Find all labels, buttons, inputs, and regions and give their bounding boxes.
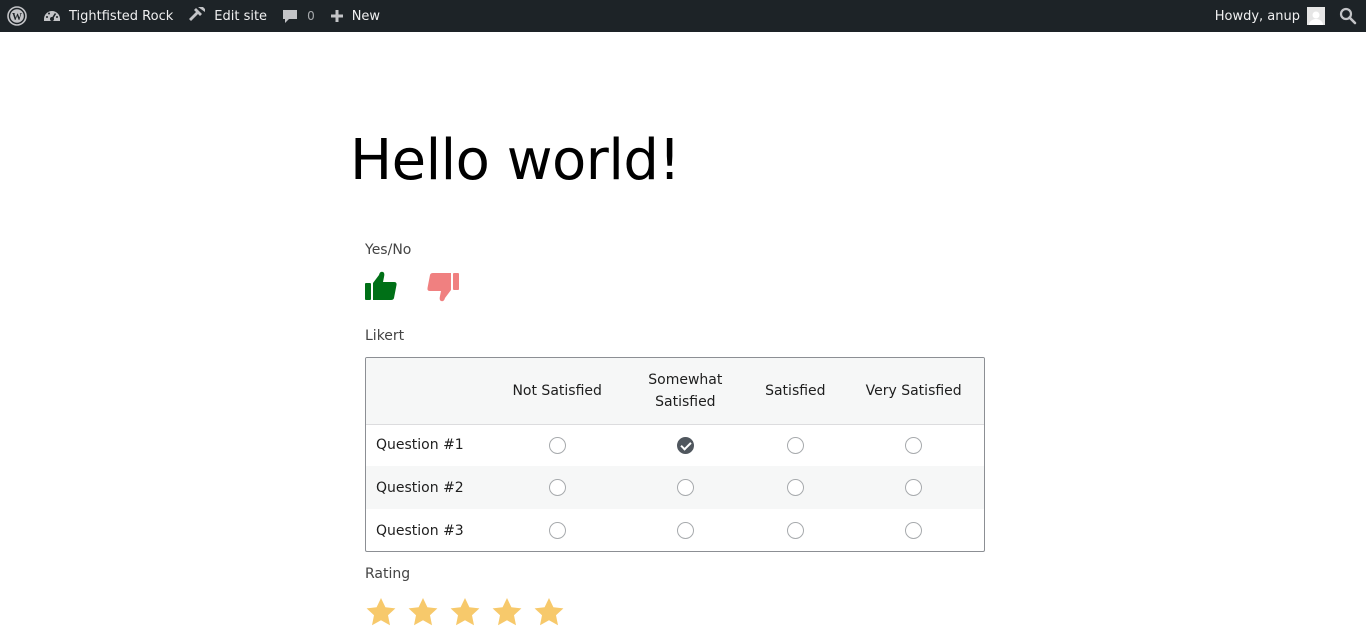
likert-row: Question #3 (366, 509, 984, 551)
likert-column-header: Very Satisfied (865, 382, 962, 399)
star-icon[interactable] (365, 597, 397, 627)
comments-count: 0 (307, 9, 315, 23)
likert-corner-cell (366, 358, 491, 424)
likert-column-header: Not Satisfied (512, 382, 602, 399)
likert-column-header: Somewhat Satisfied (648, 371, 723, 410)
my-account-menu[interactable]: Howdy, anup (1208, 0, 1332, 32)
star-icon[interactable] (407, 597, 439, 627)
likert-radio[interactable] (786, 436, 804, 454)
admin-bar-right: Howdy, anup (1208, 0, 1366, 32)
likert-radio[interactable] (905, 479, 923, 496)
star-icon[interactable] (533, 597, 565, 627)
rating-label: Rating (365, 566, 411, 582)
page-title: Hello world! (350, 128, 681, 193)
likert-radio[interactable] (676, 479, 694, 496)
search-toggle[interactable] (1332, 0, 1366, 32)
thumbs-down-icon[interactable] (427, 272, 459, 306)
likert-table: Not Satisfied Somewhat Satisfied Satisfi… (366, 358, 984, 551)
likert-column-header: Satisfied (765, 382, 826, 399)
comment-bubble-icon (281, 7, 299, 25)
likert-table-container: Not Satisfied Somewhat Satisfied Satisfi… (365, 357, 985, 552)
star-rating (365, 597, 565, 627)
likert-row: Question #1 (366, 424, 984, 466)
likert-radio[interactable] (786, 522, 804, 539)
likert-question-label: Question #1 (376, 437, 464, 454)
likert-question-label: Question #3 (376, 522, 464, 539)
star-icon[interactable] (491, 597, 523, 627)
new-label: New (351, 8, 381, 24)
likert-radio[interactable] (676, 522, 694, 539)
likert-row: Question #2 (366, 466, 984, 509)
likert-radio[interactable] (548, 522, 566, 539)
howdy-label: Howdy, anup (1214, 8, 1300, 24)
yesno-label: Yes/No (365, 242, 412, 258)
search-icon (1339, 7, 1357, 25)
site-name-label: Tightfisted Rock (69, 8, 174, 24)
new-content-menu[interactable]: New (322, 0, 387, 32)
hammer-icon (187, 6, 207, 26)
wordpress-logo-icon: W (7, 6, 27, 26)
star-icon[interactable] (449, 597, 481, 627)
likert-radio-checked[interactable] (676, 436, 694, 454)
plus-icon (329, 8, 345, 24)
likert-question-label: Question #2 (376, 479, 464, 496)
likert-header-row: Not Satisfied Somewhat Satisfied Satisfi… (366, 358, 984, 424)
thumbs-up-icon[interactable] (365, 271, 397, 305)
admin-bar-left: W Tightfisted Rock Edit site 0 New (0, 0, 387, 32)
edit-site-label: Edit site (214, 8, 268, 24)
edit-site-link[interactable]: Edit site (180, 0, 274, 32)
dashboard-icon (42, 6, 62, 26)
likert-radio[interactable] (548, 436, 566, 454)
wordpress-logo-menu[interactable]: W (0, 0, 35, 32)
likert-radio[interactable] (905, 436, 923, 454)
likert-radio[interactable] (786, 479, 804, 496)
comments-link[interactable]: 0 (274, 0, 322, 32)
likert-radio[interactable] (548, 479, 566, 496)
site-name-menu[interactable]: Tightfisted Rock (35, 0, 180, 32)
likert-radio[interactable] (905, 522, 923, 539)
avatar (1307, 7, 1325, 25)
admin-bar: W Tightfisted Rock Edit site 0 New Howdy… (0, 0, 1366, 32)
likert-label: Likert (365, 328, 405, 344)
svg-text:W: W (12, 12, 22, 23)
